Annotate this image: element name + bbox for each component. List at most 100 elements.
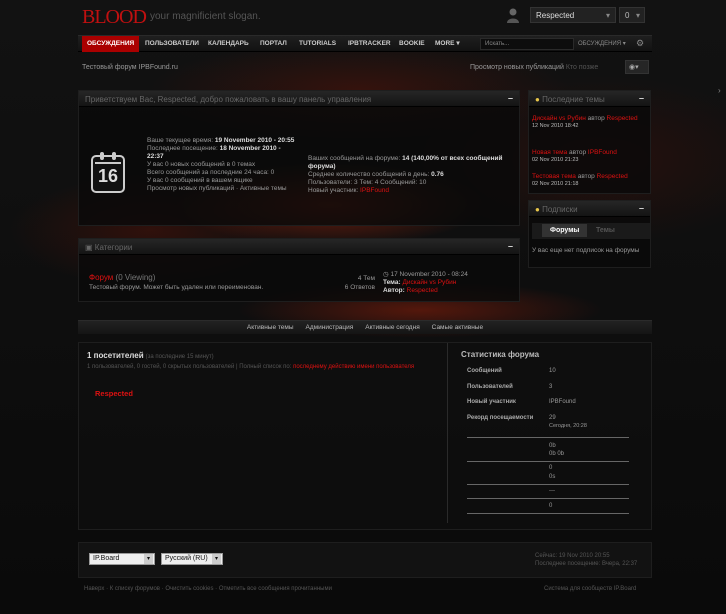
categories-panel: ▣ Категории – Форум (0 Viewing) Тестовый… xyxy=(78,238,520,302)
nav-tutorials[interactable]: TUTORIALS xyxy=(294,36,341,52)
nav-calendar[interactable]: КАЛЕНДАРЬ xyxy=(203,36,254,52)
latest-topic-author[interactable]: Respected xyxy=(597,173,628,180)
latest-topic-item: Новая тема автор IPBFound 02 Nov 2010 21… xyxy=(532,149,650,163)
last-post-date: ◷ 17 November 2010 - 08:24 xyxy=(383,271,468,278)
latest-topic-link[interactable]: Тестовая тема xyxy=(532,173,576,180)
login-link[interactable]: Кто позже xyxy=(566,64,598,71)
latest-topic-author[interactable]: Respected xyxy=(607,115,638,122)
chevron-down-icon: ▾ xyxy=(635,11,640,20)
main-navigation: ОБСУЖДЕНИЯ ПОЛЬЗОВАТЕЛИ КАЛЕНДАРЬ ПОРТАЛ… xyxy=(78,35,652,52)
collapse-icon[interactable]: – xyxy=(508,93,513,103)
latest-topics-header: ● Последние темы – xyxy=(529,91,650,107)
nav-more[interactable]: MORE ▾ xyxy=(430,36,465,52)
new-posts-link[interactable]: Просмотр новых публикаций Кто позже xyxy=(470,64,598,71)
link-top[interactable]: Наверх xyxy=(84,586,104,592)
forum-replies-count: 6 Ответов xyxy=(344,284,375,291)
online-user[interactable]: Respected xyxy=(95,389,133,398)
latest-topic-date: 12 Nov 2010 18:42 xyxy=(532,123,579,129)
nav-portal[interactable]: ПОРТАЛ xyxy=(255,36,292,52)
last-visit: Последнее посещение: 18 November 2010 - … xyxy=(147,145,281,160)
latest-topic-author[interactable]: IPBFound xyxy=(588,149,617,156)
speech-bubble-icon: ● xyxy=(535,95,540,104)
new-messages: У вас 0 новых сообщений в 0 темах xyxy=(147,161,256,168)
stat-newest-label: Новый участник xyxy=(467,399,516,405)
stat-record-date: Сегодня, 20:28 xyxy=(549,423,587,429)
stat-newest-value[interactable]: IPBFound xyxy=(549,399,576,405)
link-forum-list[interactable]: К списку форумов xyxy=(110,586,160,592)
link-clear-cookies[interactable]: Очистить cookies xyxy=(165,586,213,592)
link-most-active[interactable]: Самые активные xyxy=(432,324,483,331)
search-scope-select[interactable]: ОБСУЖДЕНИЯ ▾ xyxy=(576,38,632,50)
stats-separator xyxy=(467,498,629,499)
forum-description: Тестовый форум. Может быть удален или пе… xyxy=(89,284,264,291)
latest-topic-link[interactable]: Новая тема xyxy=(532,149,567,156)
tab-forums[interactable]: Форумы xyxy=(542,224,588,237)
language-select[interactable]: Русский (RU) ▾ xyxy=(161,553,223,565)
collapse-icon[interactable]: – xyxy=(508,241,513,251)
stat-posts-value: 10 xyxy=(549,368,556,374)
your-posts: Ваших сообщений на форуме: 14 (140,00% о… xyxy=(308,155,503,170)
link-active-today[interactable]: Активные сегодня xyxy=(365,324,419,331)
nav-ipbtracker[interactable]: IPBTRACKER xyxy=(343,36,396,52)
board-links-bar: Активные темы Администрация Активные сег… xyxy=(78,320,652,334)
user-avatar-icon[interactable] xyxy=(506,7,520,23)
online-sort-link[interactable]: последнему действию имени пользователя xyxy=(293,364,414,370)
latest-topic-link[interactable]: Дискайн vs Рубин xyxy=(532,115,586,122)
notifications-button[interactable]: 0 ▾ xyxy=(619,7,645,23)
search-input[interactable]: Искать... xyxy=(480,38,574,50)
collapse-icon[interactable]: – xyxy=(639,93,644,103)
last-post-topic: Тема: Дискайн vs Рубин xyxy=(383,279,457,286)
stat-extra: 0b xyxy=(549,443,556,449)
skin-select[interactable]: IP.Board ▾ xyxy=(89,553,155,565)
powered-by[interactable]: Система для сообществ IP.Board xyxy=(544,586,636,592)
new-posts-label: Просмотр новых публикаций xyxy=(470,64,564,71)
welcome-title: Приветствуем Вас, Respected, добро пожал… xyxy=(85,95,372,104)
newest-member: Новый участник: IPBFound xyxy=(308,187,389,194)
nav-more-label: MORE xyxy=(435,40,455,47)
posts-24h: Всего сообщений за последние 24 часа: 0 xyxy=(147,169,275,176)
rss-button[interactable]: ◉▾ xyxy=(625,60,649,74)
calendar-day: 16 xyxy=(97,166,119,186)
link-active-topics[interactable]: Активные темы xyxy=(247,324,294,331)
current-time: Ваше текущее время: 19 November 2010 - 2… xyxy=(147,137,295,144)
welcome-panel: Приветствуем Вас, Respected, добро пожал… xyxy=(78,90,520,226)
site-logo[interactable]: BLOOD xyxy=(82,6,147,29)
last-visit-footer: Последнее посещение: Вчера, 22:37 xyxy=(535,561,638,567)
active-topics-link[interactable]: Просмотр новых публикаций · Активные тем… xyxy=(147,185,297,193)
welcome-right-stats: Ваших сообщений на форуме: 14 (140,00% о… xyxy=(308,155,514,195)
stats-separator xyxy=(467,461,629,462)
avg-posts: Среднее количество сообщений в день: 0.7… xyxy=(308,171,444,178)
user-menu-button[interactable]: Respected ▾ xyxy=(530,7,616,23)
subscriptions-empty: У вас еще нет подписок на форумы xyxy=(532,247,640,254)
forum-stats-title: Статистика форума xyxy=(461,350,540,359)
speech-bubble-icon: ● xyxy=(535,205,540,214)
latest-topic-item: Тестовая тема автор Respected 02 Nov 201… xyxy=(532,173,650,187)
skin-select-value: IP.Board xyxy=(93,555,120,562)
subscriptions-tabs: Форумы Темы xyxy=(532,223,650,239)
page-wrapper: BLOOD your magnificient slogan. Respecte… xyxy=(78,0,652,614)
stat-extra: 0 xyxy=(549,465,553,471)
link-mark-all-read[interactable]: Отметить все сообщения прочитанными xyxy=(219,586,332,592)
board-totals: Пользователи: 3 Тем: 4 Сообщений: 10 xyxy=(308,179,427,186)
chevron-right-icon[interactable]: › xyxy=(718,86,726,96)
link-administration[interactable]: Администрация xyxy=(306,324,354,331)
stats-separator xyxy=(467,437,629,438)
chevron-down-icon: ▾ xyxy=(622,41,626,47)
last-post-author: Автор: Respected xyxy=(383,287,438,294)
breadcrumb[interactable]: Тестовый форум IPBFound.ru xyxy=(82,64,178,71)
stats-divider xyxy=(447,343,448,523)
forum-link[interactable]: Форум xyxy=(89,273,113,282)
footer-nav: Наверх · К списку форумов · Очистить coo… xyxy=(84,586,332,592)
gear-icon[interactable]: ⚙ xyxy=(636,38,644,49)
latest-topics-title: ● Последние темы xyxy=(535,95,605,104)
tab-topics[interactable]: Темы xyxy=(588,224,623,237)
nav-forums[interactable]: ОБСУЖДЕНИЯ xyxy=(82,36,140,52)
forum-topics-count: 4 Тем xyxy=(357,275,375,282)
chevron-down-icon: ▾ xyxy=(456,40,460,47)
calendar-icon: 16 xyxy=(91,152,125,193)
collapse-icon[interactable]: – xyxy=(639,203,644,213)
nav-members[interactable]: ПОЛЬЗОВАТЕЛИ xyxy=(140,36,204,52)
stat-record-value: 29 xyxy=(549,415,556,421)
latest-topic-item: Дискайн vs Рубин автор Respected 12 Nov … xyxy=(532,115,650,129)
nav-bookie[interactable]: BOOKIE xyxy=(394,36,430,52)
